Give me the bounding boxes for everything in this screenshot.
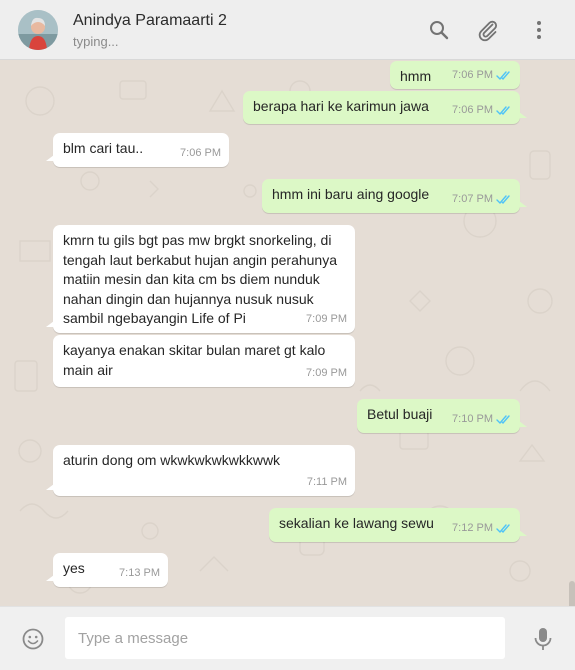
outgoing-message[interactable]: Betul buaji 7:10 PM	[357, 399, 527, 433]
microphone-icon[interactable]	[532, 626, 554, 652]
message-meta: 7:12 PM	[452, 519, 512, 539]
message-meta: 7:06 PM	[180, 144, 221, 164]
incoming-message[interactable]: kayanya enakan skitar bulan maret gt kal…	[53, 335, 355, 387]
message-list[interactable]: hmm 7:06 PM berapa hari ke karimun jawa 7:0…	[0, 61, 575, 606]
message-input[interactable]	[65, 617, 505, 659]
outgoing-message[interactable]: sekalian ke lawang sewu 7:12 PM	[269, 508, 527, 542]
contact-avatar[interactable]	[18, 10, 58, 50]
message-meta: 7:13 PM	[119, 564, 160, 584]
contact-status: typing...	[73, 34, 119, 49]
message-time: 7:11 PM	[306, 475, 347, 488]
message-meta: 7:11 PM	[307, 473, 347, 493]
read-receipt-icon	[496, 106, 510, 115]
read-receipt-icon	[496, 195, 510, 204]
message-meta: 7:09 PM	[306, 310, 347, 330]
menu-icon[interactable]	[527, 18, 551, 42]
message-time: 7:09 PM	[306, 312, 347, 325]
message-time: 7:07 PM	[452, 192, 493, 205]
chat-header: Anindya Paramaarti 2 typing...	[0, 0, 575, 60]
message-time: 7:06 PM	[452, 103, 493, 116]
message-time: 7:09 PM	[306, 366, 347, 379]
message-time: 7:13 PM	[119, 566, 160, 579]
incoming-message[interactable]: blm cari tau.. 7:06 PM	[46, 133, 229, 167]
incoming-message[interactable]: aturin dong om wkwkwkwkwkkwwk 7:11 PM	[46, 445, 355, 496]
outgoing-message[interactable]: berapa hari ke karimun jawa 7:06 PM	[243, 91, 527, 124]
message-meta: 7:10 PM	[452, 410, 512, 430]
search-icon[interactable]	[427, 18, 451, 42]
message-time: 7:10 PM	[452, 412, 493, 425]
incoming-message[interactable]: yes 7:13 PM	[46, 553, 168, 587]
message-text: aturin dong om wkwkwkwkwkkwwk	[63, 452, 281, 468]
contact-name[interactable]: Anindya Paramaarti 2	[73, 12, 227, 30]
message-time: 7:06 PM	[452, 68, 493, 81]
message-text: kmrn tu gils bgt pas mw brgkt snorkeling…	[63, 232, 337, 326]
message-time: 7:12 PM	[452, 521, 493, 534]
outgoing-message[interactable]: hmm ini baru aing google 7:07 PM	[262, 179, 527, 213]
read-receipt-icon	[496, 71, 510, 80]
message-meta: 7:07 PM	[452, 190, 512, 210]
attach-icon[interactable]	[476, 18, 500, 42]
message-time: 7:06 PM	[180, 146, 221, 159]
read-receipt-icon	[496, 415, 510, 424]
composer-bar	[0, 606, 575, 670]
message-meta: 7:06 PM	[452, 101, 512, 121]
emoji-icon[interactable]	[21, 627, 45, 651]
chat-scrollbar[interactable]	[569, 581, 575, 606]
message-meta: 7:06 PM	[452, 66, 512, 86]
message-meta: 7:09 PM	[306, 364, 347, 384]
message-text: kayanya enakan skitar bulan maret gt kal…	[63, 342, 326, 378]
incoming-message[interactable]: kmrn tu gils bgt pas mw brgkt snorkeling…	[46, 225, 355, 333]
outgoing-message[interactable]: hmm 7:06 PM	[390, 61, 520, 89]
read-receipt-icon	[496, 524, 510, 533]
